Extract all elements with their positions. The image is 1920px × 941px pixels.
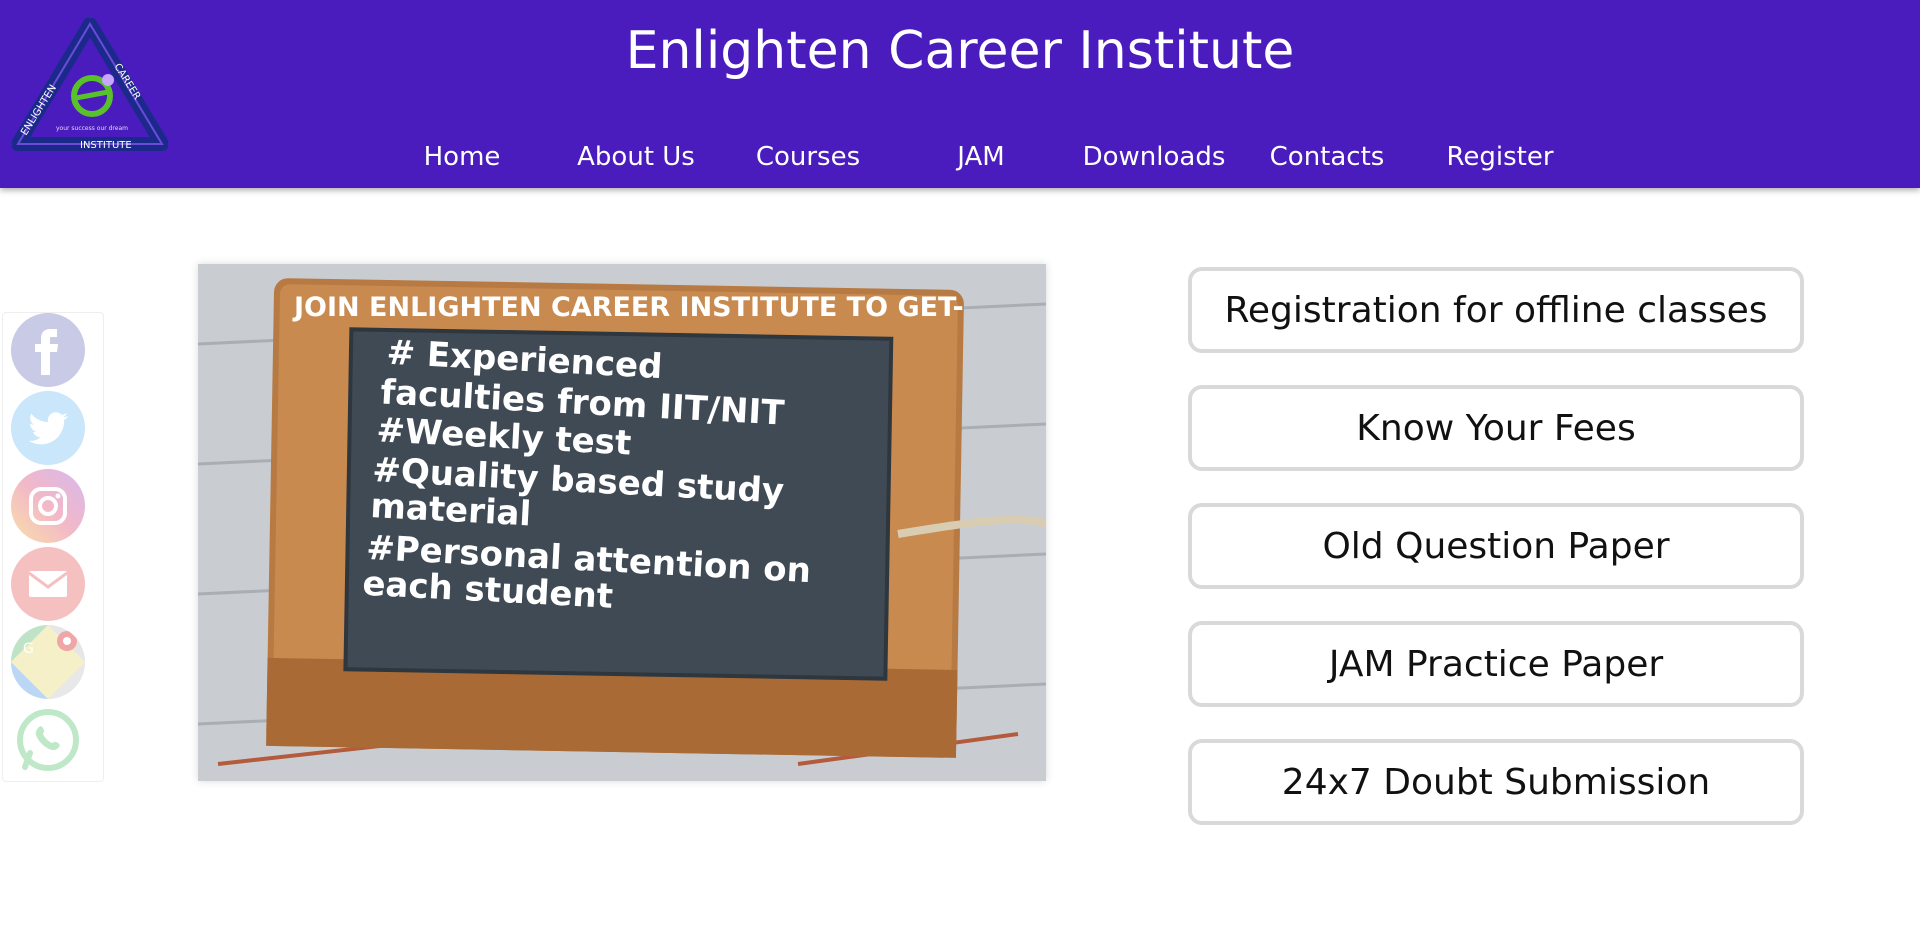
know-your-fees-button[interactable]: Know Your Fees — [1188, 385, 1804, 471]
site-title: Enlighten Career Institute — [625, 21, 1295, 81]
hero-banner-image: JOIN ENLIGHTEN CAREER INSTITUTE TO GET- … — [198, 264, 1046, 781]
old-question-paper-button[interactable]: Old Question Paper — [1188, 503, 1804, 589]
logo-bottom-text: INSTITUTE — [80, 140, 132, 151]
social-sidebar: G — [2, 312, 104, 782]
email-icon[interactable] — [11, 547, 85, 621]
facebook-icon[interactable] — [11, 313, 85, 387]
instagram-icon[interactable] — [11, 469, 85, 543]
doubt-submission-button[interactable]: 24x7 Doubt Submission — [1188, 739, 1804, 825]
nav-home[interactable]: Home — [382, 140, 542, 174]
logo-tagline: your success our dream — [56, 125, 128, 132]
registration-offline-button[interactable]: Registration for offline classes — [1188, 267, 1804, 353]
nav-downloads[interactable]: Downloads — [1074, 140, 1234, 174]
map-icon[interactable]: G — [11, 625, 85, 699]
site-header: CAREER ENLIGHTEN INSTITUTE your success … — [0, 0, 1920, 188]
logo-left-text: ENLIGHTEN — [19, 83, 59, 138]
nav-register[interactable]: Register — [1420, 140, 1580, 174]
nav-about-us[interactable]: About Us — [556, 140, 716, 174]
hero-heading: JOIN ENLIGHTEN CAREER INSTITUTE TO GET- — [292, 292, 964, 323]
whatsapp-icon[interactable] — [11, 703, 85, 777]
svg-text:G: G — [23, 641, 34, 657]
jam-practice-paper-button[interactable]: JAM Practice Paper — [1188, 621, 1804, 707]
twitter-icon[interactable] — [11, 391, 85, 465]
nav-courses[interactable]: Courses — [728, 140, 888, 174]
hero-line: material — [370, 486, 533, 534]
nav-contacts[interactable]: Contacts — [1247, 140, 1407, 174]
nav-jam[interactable]: JAM — [901, 140, 1061, 174]
